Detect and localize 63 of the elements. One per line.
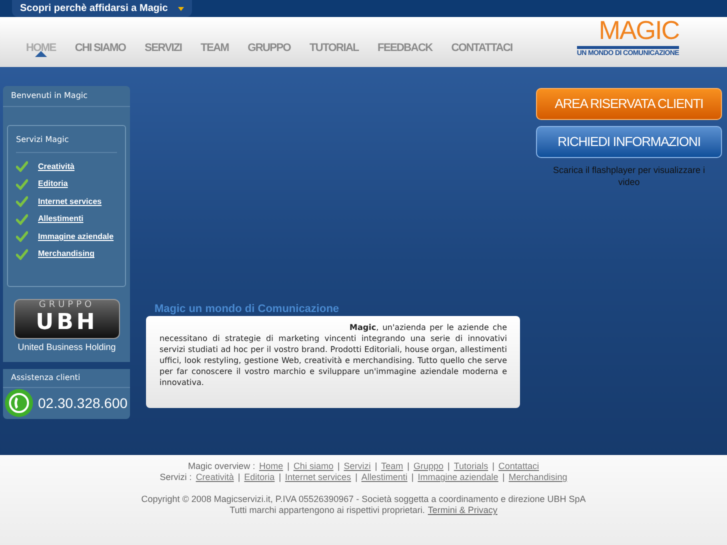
flash-note: Scarica il flashplayer per visualizzare i video <box>552 164 706 188</box>
welcome-heading: Benvenuti in Magic <box>3 86 130 107</box>
nav-tab[interactable]: CONTATTACI <box>451 42 512 54</box>
checkmark-icon <box>16 231 28 242</box>
terms-link[interactable]: Termini & Privacy <box>428 505 498 516</box>
action-button[interactable]: RICHIEDI INFORMAZIONI <box>536 126 722 158</box>
footer-link[interactable]: Creatività <box>196 472 234 483</box>
pointer-icon <box>34 51 47 57</box>
separator: | <box>337 461 340 472</box>
footer-link[interactable]: Home <box>259 461 284 472</box>
nav-tab[interactable]: GRUPPO <box>248 42 291 54</box>
support-heading: Assistenza clienti <box>3 369 130 388</box>
separator: | <box>448 461 450 472</box>
top-tab[interactable]: Scopri perchè affidarsi a Magic <box>12 0 192 17</box>
footer-link[interactable]: Servizi <box>344 461 371 472</box>
footer-link[interactable]: Tutorials <box>454 461 488 472</box>
logo-caption: United Business Holding <box>18 341 116 354</box>
footer-link[interactable]: Gruppo <box>414 461 444 472</box>
footer-link[interactable]: Editoria <box>244 472 275 483</box>
footer-link[interactable]: Immagine aziendale <box>418 472 498 483</box>
service-link[interactable]: Merchandising <box>38 248 94 260</box>
footer-link[interactable]: Chi siamo <box>293 461 334 472</box>
service-link[interactable]: Immagine aziendale <box>38 230 114 243</box>
service-link[interactable]: Allestimenti <box>38 213 84 226</box>
footer-link[interactable]: Contattaci <box>498 461 539 472</box>
separator: | <box>411 472 414 483</box>
intro-text: Magic, un'azienda per le aziende che necessitano di strategie di marketing vincenti integrando una serie di innovativi servizi studiati ad hoc per il vostro brand. Prodotti Editoriali, house organ, allestimenti uffici, look restyling, gestione Web, creatività e merchandising. Tutto quello che serve per far conoscere il vostro marchio e sviluppare un'immagine aziendale moderna e innovativa. <box>159 322 507 388</box>
nav-tab[interactable]: TEAM <box>200 42 229 54</box>
separator: | <box>407 461 410 472</box>
nav-tab[interactable]: FEEDBACK <box>378 42 432 54</box>
separator: | <box>287 461 290 472</box>
checkmark-icon <box>16 178 28 190</box>
phone-number: 02.30.328.600 <box>38 394 128 412</box>
footer-link[interactable]: Internet services <box>285 472 352 483</box>
services-heading: Servizi Magic <box>16 134 118 153</box>
checkmark-icon <box>16 248 28 260</box>
intro-title: Magic un mondo di Comunicazione <box>154 302 340 317</box>
nav-tab[interactable]: SERVIZI <box>144 42 182 54</box>
nav-tab[interactable]: TUTORIAL <box>310 42 359 54</box>
checkmark-icon <box>16 161 28 172</box>
footer-label: Magic overview : <box>188 461 256 472</box>
footer-link[interactable]: Merchandising <box>508 472 568 483</box>
service-link[interactable]: Editoria <box>38 178 68 190</box>
separator: | <box>238 472 240 483</box>
footer-link[interactable]: Allestimenti <box>361 472 408 483</box>
action-button[interactable]: AREA RISERVATA CLIENTI <box>536 88 722 120</box>
rights-text: Tutti marchi appartengono ai rispettivi proprietari. <box>230 505 425 516</box>
checkmark-icon <box>16 196 28 208</box>
separator: | <box>502 472 505 483</box>
service-link[interactable]: Internet services <box>38 196 102 208</box>
phone-icon <box>4 388 34 418</box>
copyright-text: Copyright © 2008 Magicservizi.it, P.IVA 05526390967 - Società soggetta a coordinamento e direzione UBH SpA <box>141 494 586 505</box>
footer-link[interactable]: Team <box>381 461 404 472</box>
service-link[interactable]: Creatività <box>38 160 74 173</box>
ubh-logo[interactable]: GRUPPO UBH <box>14 299 120 339</box>
separator: | <box>278 472 282 483</box>
caret-icon <box>178 6 184 10</box>
separator: | <box>374 461 378 472</box>
nav-tab[interactable]: CHI SIAMO <box>74 42 126 54</box>
checkmark-icon <box>16 214 28 225</box>
footer-label: Servizi : <box>160 472 192 483</box>
separator: | <box>355 472 358 483</box>
separator: | <box>492 461 494 472</box>
